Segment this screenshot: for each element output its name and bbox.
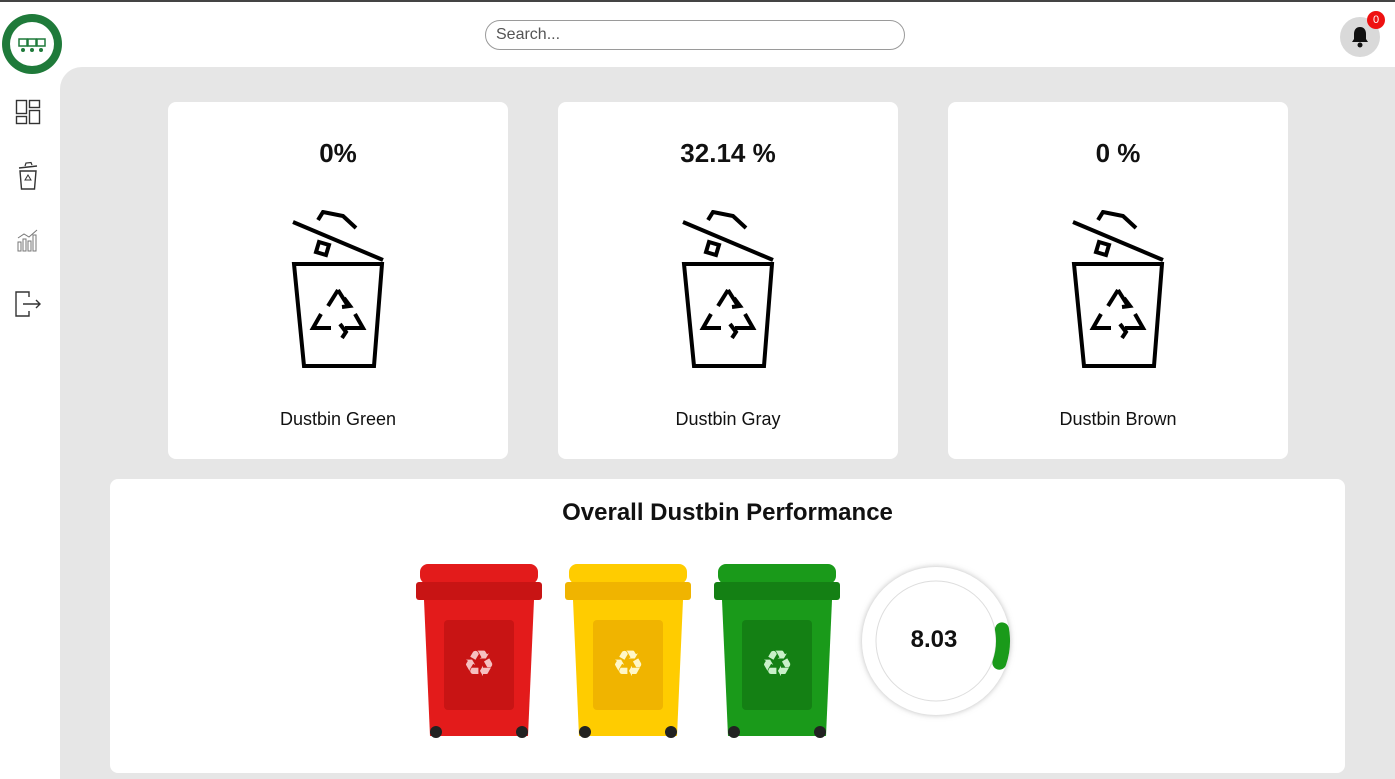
dustbin-card-gray[interactable]: 32.14 % Dustbin Gray [558, 102, 898, 459]
recycle-bin-icon [18, 161, 38, 190]
fill-percent: 32.14 % [680, 138, 776, 168]
main-content: 0% Dustbin Green 32.14 % Dustbin Gray 0 … [60, 67, 1395, 779]
recycle-bin-icon [681, 210, 775, 368]
dustbin-card-green[interactable]: 0% Dustbin Green [168, 102, 508, 459]
bar-chart-icon [17, 229, 38, 252]
sidebar-item-logout[interactable] [14, 290, 42, 318]
panel-title: Overall Dustbin Performance [562, 499, 893, 526]
svg-text:♻: ♻ [761, 643, 793, 684]
search-input[interactable] [485, 20, 905, 50]
fill-percent: 0% [319, 138, 357, 168]
recycle-bin-icon [291, 210, 385, 368]
card-label: Dustbin Brown [1059, 409, 1177, 429]
sidebar-item-analytics[interactable] [14, 226, 42, 254]
logout-icon [15, 291, 41, 317]
recycle-truck-icon [10, 22, 54, 66]
card-label: Dustbin Gray [675, 409, 781, 429]
svg-text:♻: ♻ [612, 643, 644, 684]
notification-badge: 0 [1367, 11, 1385, 29]
dashboard-icon [15, 99, 41, 125]
sidebar-item-dustbins[interactable] [14, 161, 42, 190]
gauge-arc [992, 622, 1010, 670]
svg-text:♻: ♻ [463, 643, 495, 684]
fill-percent: 0 % [1095, 138, 1141, 168]
yellow-bin-icon: ♻ [565, 564, 691, 738]
card-label: Dustbin Green [279, 409, 397, 429]
green-bin-icon: ♻ [714, 564, 840, 738]
sidebar-item-dashboard[interactable] [14, 98, 42, 126]
bell-icon [1352, 27, 1368, 48]
top-border [0, 0, 1395, 2]
overall-performance-panel: Overall Dustbin Performance ♻ ♻ ♻ 8.03 [110, 479, 1345, 773]
recycle-bin-icon [1071, 210, 1165, 368]
dustbin-card-brown[interactable]: 0 % Dustbin Brown [948, 102, 1288, 459]
red-bin-icon: ♻ [416, 564, 542, 738]
app-logo[interactable] [2, 14, 62, 74]
gauge-value: 8.03 [910, 626, 958, 653]
